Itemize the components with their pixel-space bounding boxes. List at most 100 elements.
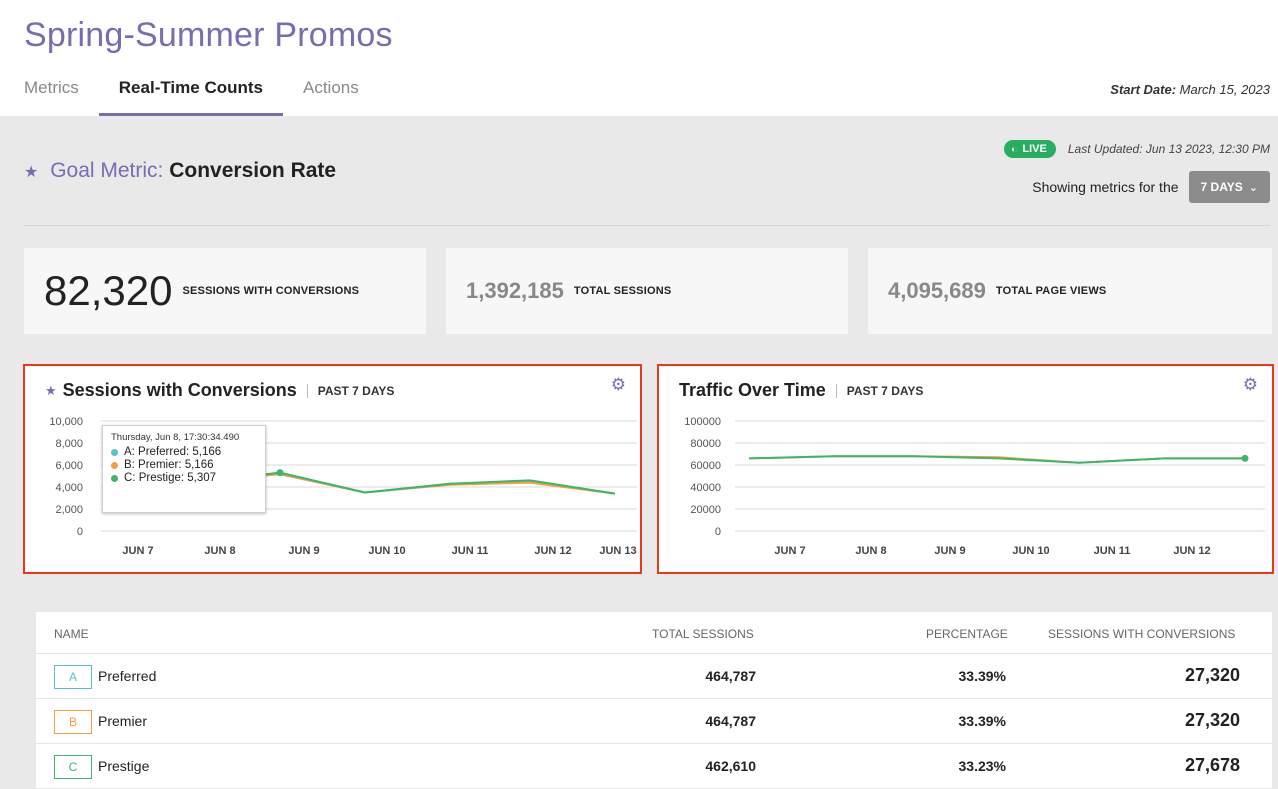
- x-tick-label: JUN 11: [1094, 545, 1131, 557]
- start-date-label: Start Date:: [1110, 82, 1177, 97]
- x-tick-label: JUN 13: [599, 545, 636, 557]
- table-row[interactable]: A Preferred 464,787 33.39% 27,320: [36, 654, 1272, 699]
- stat-value: 82,320: [44, 267, 173, 314]
- variant-badge: B: [54, 710, 92, 734]
- live-dot-icon: [1011, 145, 1019, 153]
- chart-subtitle: PAST 7 DAYS: [846, 383, 924, 398]
- stat-card-total-sessions: 1,392,185 TOTAL SESSIONS: [446, 248, 848, 334]
- percentage: 33.39%: [958, 668, 1006, 684]
- stat-value: 1,392,185: [466, 278, 564, 303]
- y-tick-label: 8,000: [55, 438, 83, 450]
- sessions-with-conversions: 27,320: [1184, 665, 1240, 685]
- total-sessions: 464,787: [705, 713, 756, 729]
- range-dropdown[interactable]: 7 DAYS ⌄: [1188, 171, 1270, 203]
- chart-traffic-over-time: 100000 80000 60000 40000 20000 0 JUN 7 JUN 8 JUN…: [657, 364, 1274, 574]
- star-icon: ★: [24, 164, 39, 181]
- tooltip-title: Thursday, Jun 8, 17:30:34.490: [111, 432, 240, 443]
- y-tick-label: 6,000: [55, 460, 83, 472]
- sessions-with-conversions: 27,678: [1184, 755, 1240, 775]
- goal-metric-value: Conversion Rate: [169, 159, 337, 182]
- chart-title-text: Traffic Over Time: [679, 380, 826, 400]
- y-tick-label: 10,000: [49, 416, 83, 428]
- title-separator: [306, 383, 308, 398]
- range-selector: Showing metrics for the 7 DAYS ⌄: [1032, 171, 1270, 203]
- chart-title-text: Sessions with Conversions: [62, 380, 297, 400]
- table-row[interactable]: B Premier 464,787 33.39% 27,320: [36, 699, 1272, 744]
- tab-bar: Metrics Real-Time Counts Actions: [24, 76, 399, 116]
- main-panel: ★ Goal Metric: Conversion Rate LIVE Last…: [0, 116, 1278, 789]
- star-icon: ★: [45, 382, 57, 398]
- stat-card-page-views: 4,095,689 TOTAL PAGE VIEWS: [868, 248, 1272, 334]
- column-header-name[interactable]: NAME: [54, 627, 89, 641]
- x-tick-label: JUN 12: [1173, 545, 1210, 557]
- showing-label: Showing metrics for the: [1032, 179, 1179, 195]
- chart-sessions-with-conversions: 10,000 8,000 6,000 4,000 2,000 0 JUN 7 JUN 8 JUN…: [23, 364, 642, 574]
- start-date-value: March 15, 2023: [1179, 82, 1270, 97]
- variant-badge: C: [54, 755, 92, 779]
- chart-title: Traffic Over Time PAST 7 DAYS: [679, 380, 923, 401]
- variant-badge: A: [54, 665, 92, 689]
- column-header-total-sessions[interactable]: TOTAL SESSIONS: [652, 627, 754, 641]
- chart-subtitle: PAST 7 DAYS: [317, 383, 395, 398]
- gear-icon[interactable]: ⚙: [1243, 375, 1258, 395]
- table-row[interactable]: C Prestige 462,610 33.23% 27,678: [36, 744, 1272, 789]
- total-sessions: 462,610: [705, 758, 756, 774]
- variants-table: NAME TOTAL SESSIONS PERCENTAGE SESSIONS …: [36, 612, 1272, 789]
- stat-label: TOTAL SESSIONS: [573, 285, 672, 297]
- tab-metrics[interactable]: Metrics: [24, 76, 79, 116]
- percentage: 33.39%: [958, 713, 1006, 729]
- chart-tooltip: Thursday, Jun 8, 17:30:34.490 A: Preferr…: [102, 425, 266, 513]
- variant-name: Preferred: [98, 668, 157, 684]
- live-status: LIVE Last Updated: Jun 13 2023, 12:30 PM: [1004, 140, 1270, 158]
- tab-actions[interactable]: Actions: [303, 76, 359, 116]
- start-date: Start Date: March 15, 2023: [1110, 82, 1270, 97]
- x-tick-label: JUN 8: [855, 545, 886, 557]
- goal-metric: ★ Goal Metric: Conversion Rate: [24, 159, 336, 183]
- last-updated: Last Updated: Jun 13 2023, 12:30 PM: [1067, 142, 1270, 156]
- sessions-with-conversions: 27,320: [1184, 710, 1240, 730]
- live-badge: LIVE: [1004, 140, 1056, 158]
- tooltip-row-text: B: Premier: 5,166: [124, 459, 214, 471]
- column-header-sessions-with-conversions[interactable]: SESSIONS WITH CONVERSIONS: [1048, 627, 1235, 641]
- chevron-down-icon: ⌄: [1248, 181, 1258, 194]
- data-point: [276, 469, 284, 477]
- title-separator: [835, 383, 837, 398]
- tooltip-row: C: Prestige: 5,307: [111, 472, 257, 484]
- variant-name: Premier: [98, 713, 148, 729]
- x-tick-label: JUN 7: [774, 545, 805, 557]
- y-tick-label: 0: [77, 526, 83, 538]
- percentage: 33.23%: [958, 758, 1006, 774]
- x-tick-label: JUN 11: [452, 545, 489, 557]
- table-header: NAME TOTAL SESSIONS PERCENTAGE SESSIONS …: [36, 612, 1272, 654]
- x-tick-label: JUN 9: [288, 545, 319, 557]
- series-c-dot-icon: [111, 474, 118, 482]
- x-tick-label: JUN 10: [368, 545, 405, 557]
- tooltip-row: B: Premier: 5,166: [111, 459, 257, 471]
- series-b-dot-icon: [111, 461, 118, 469]
- range-dropdown-label: 7 DAYS: [1200, 180, 1243, 194]
- total-sessions: 464,787: [705, 668, 756, 684]
- chart-title: ★ Sessions with Conversions PAST 7 DAYS: [45, 380, 394, 401]
- y-tick-label: 4,000: [55, 482, 83, 494]
- page-title: Spring-Summer Promos: [24, 16, 393, 54]
- y-tick-label: 100000: [684, 416, 721, 428]
- divider: [24, 225, 1270, 226]
- tooltip-row-text: A: Preferred: 5,166: [124, 446, 222, 458]
- x-tick-label: JUN 10: [1012, 545, 1049, 557]
- series-a-dot-icon: [111, 448, 118, 456]
- tooltip-row-text: C: Prestige: 5,307: [124, 472, 217, 484]
- y-tick-label: 60000: [690, 460, 721, 472]
- data-point: [1241, 454, 1249, 462]
- column-header-percentage[interactable]: PERCENTAGE: [926, 627, 1008, 641]
- y-tick-label: 2,000: [55, 504, 83, 516]
- y-tick-label: 40000: [690, 482, 721, 494]
- stat-value: 4,095,689: [888, 278, 986, 303]
- x-tick-label: JUN 9: [934, 545, 965, 557]
- goal-metric-label: Goal Metric:: [50, 159, 164, 182]
- x-tick-label: JUN 12: [534, 545, 571, 557]
- tab-real-time-counts[interactable]: Real-Time Counts: [98, 76, 284, 116]
- page-header: Spring-Summer Promos Metrics Real-Time C…: [0, 0, 1278, 116]
- gear-icon[interactable]: ⚙: [611, 375, 626, 395]
- stat-label: SESSIONS WITH CONVERSIONS: [182, 285, 360, 297]
- variant-name: Prestige: [98, 758, 150, 774]
